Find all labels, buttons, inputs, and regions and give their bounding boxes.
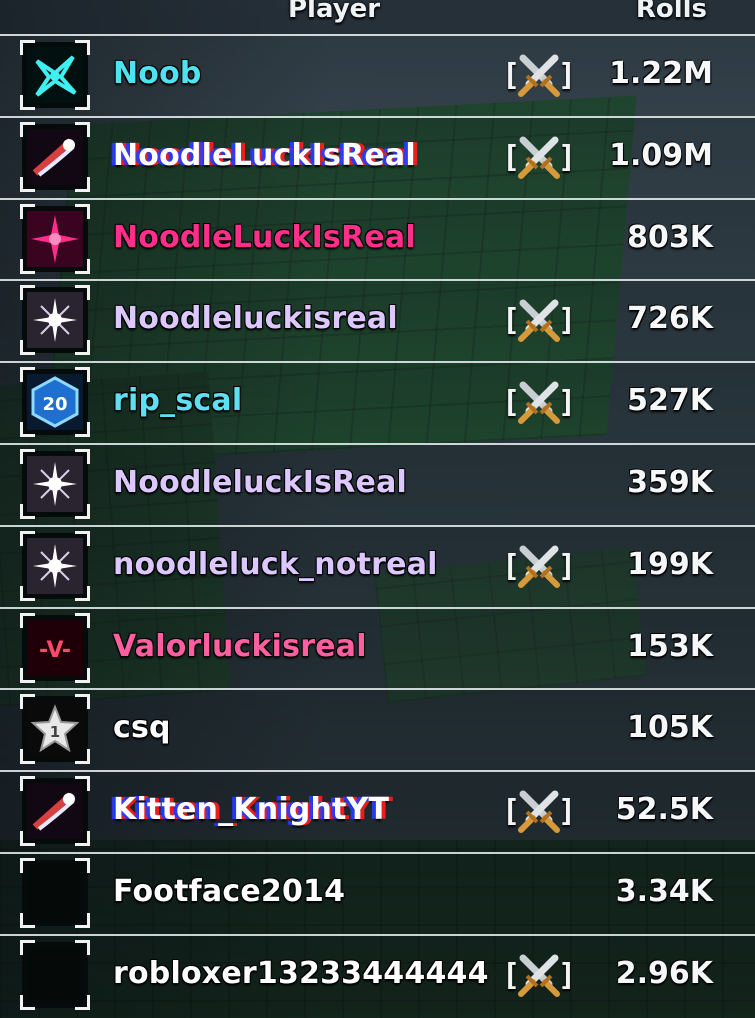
pvp-swords-icon: [] — [502, 134, 576, 182]
player-avatar — [20, 121, 90, 192]
bracket-right: ] — [557, 303, 576, 339]
player-column-header: Player — [288, 0, 381, 24]
svg-text:-V-: -V- — [39, 638, 71, 663]
pvp-swords-icon: [] — [502, 297, 576, 345]
rolls-column-header: Rolls — [635, 0, 707, 24]
leaderboard-row[interactable]: Noodleluckisreal [] 726K — [0, 279, 755, 362]
leaderboard-row[interactable]: Footface2014 3.34K — [0, 852, 755, 934]
bracket-right: ] — [557, 794, 576, 830]
rolls-value: 1.22M — [609, 56, 713, 91]
player-name: csq — [113, 710, 171, 746]
leaderboard-row[interactable]: Noob [] 1.22M — [0, 34, 755, 116]
leaderboard-row[interactable]: -V- Valorluckisreal 153K — [0, 606, 755, 689]
rolls-value: 527K — [627, 383, 713, 419]
player-avatar: 20 — [20, 367, 90, 438]
player-avatar — [20, 939, 90, 1010]
player-name: noodleluck_notreal — [113, 546, 438, 582]
pvp-swords-icon: [] — [502, 52, 576, 100]
bracket-right: ] — [557, 548, 576, 584]
player-avatar — [20, 203, 90, 274]
leaderboard-row[interactable]: noodleluck_notreal [] 199K — [0, 524, 755, 607]
pvp-swords-icon: [] — [502, 788, 576, 836]
bracket-right: ] — [557, 957, 576, 993]
rolls-value: 3.34K — [615, 874, 713, 909]
svg-text:1: 1 — [50, 723, 60, 741]
rolls-value: 803K — [627, 219, 713, 255]
leaderboard: Player Rolls Noob [] 1.22M NoodleLuckIsRea… — [0, 0, 755, 1018]
player-avatar: 1 — [20, 694, 90, 765]
player-name: NoodleLuckIsReal — [113, 219, 416, 255]
bracket-right: ] — [557, 385, 576, 421]
player-name: Valorluckisreal — [113, 628, 367, 664]
player-avatar — [20, 40, 90, 110]
player-name: NoodleluckIsReal — [113, 465, 408, 500]
bracket-right: ] — [557, 58, 576, 93]
leaderboard-row[interactable]: Kitten_KnightYT [] 52.5K — [0, 770, 755, 853]
player-avatar — [20, 530, 90, 601]
player-avatar: -V- — [20, 612, 90, 683]
player-name: Noodleluckisreal — [113, 301, 398, 337]
rolls-value: 52.5K — [615, 792, 713, 828]
rolls-value: 1.09M — [609, 137, 713, 173]
rolls-value: 2.96K — [615, 955, 713, 991]
player-name: Noob — [113, 56, 202, 91]
svg-text:20: 20 — [42, 394, 67, 415]
player-name: Footface2014 — [113, 874, 346, 909]
leaderboard-row[interactable]: 1 csq 105K — [0, 688, 755, 771]
rolls-value: 105K — [627, 710, 713, 746]
player-name: NoodleLuckIsReal — [113, 137, 416, 173]
rolls-value: 726K — [627, 301, 713, 337]
player-avatar — [20, 449, 90, 519]
rolls-value: 153K — [627, 628, 713, 664]
player-name: robloxer13233444444 — [113, 955, 489, 991]
player-name: Kitten_KnightYT — [113, 792, 390, 828]
pvp-swords-icon: [] — [502, 952, 576, 1000]
pvp-swords-icon: [] — [502, 379, 576, 427]
leaderboard-row[interactable]: NoodleLuckIsReal [] 1.09M — [0, 115, 755, 198]
bracket-right: ] — [557, 139, 576, 175]
player-avatar — [20, 776, 90, 847]
leaderboard-header: Player Rolls — [0, 0, 755, 34]
rolls-value: 359K — [627, 465, 713, 500]
player-avatar — [20, 858, 90, 928]
leaderboard-row[interactable]: NoodleluckIsReal 359K — [0, 443, 755, 525]
player-name: rip_scal — [113, 383, 243, 419]
player-avatar — [20, 285, 90, 356]
leaderboard-row[interactable]: robloxer13233444444 [] 2.96K — [0, 933, 755, 1016]
leaderboard-row[interactable]: NoodleLuckIsReal 803K — [0, 197, 755, 280]
pvp-swords-icon: [] — [502, 543, 576, 591]
rolls-value: 199K — [627, 546, 713, 582]
leaderboard-row[interactable]: 20 rip_scal [] 527K — [0, 361, 755, 444]
